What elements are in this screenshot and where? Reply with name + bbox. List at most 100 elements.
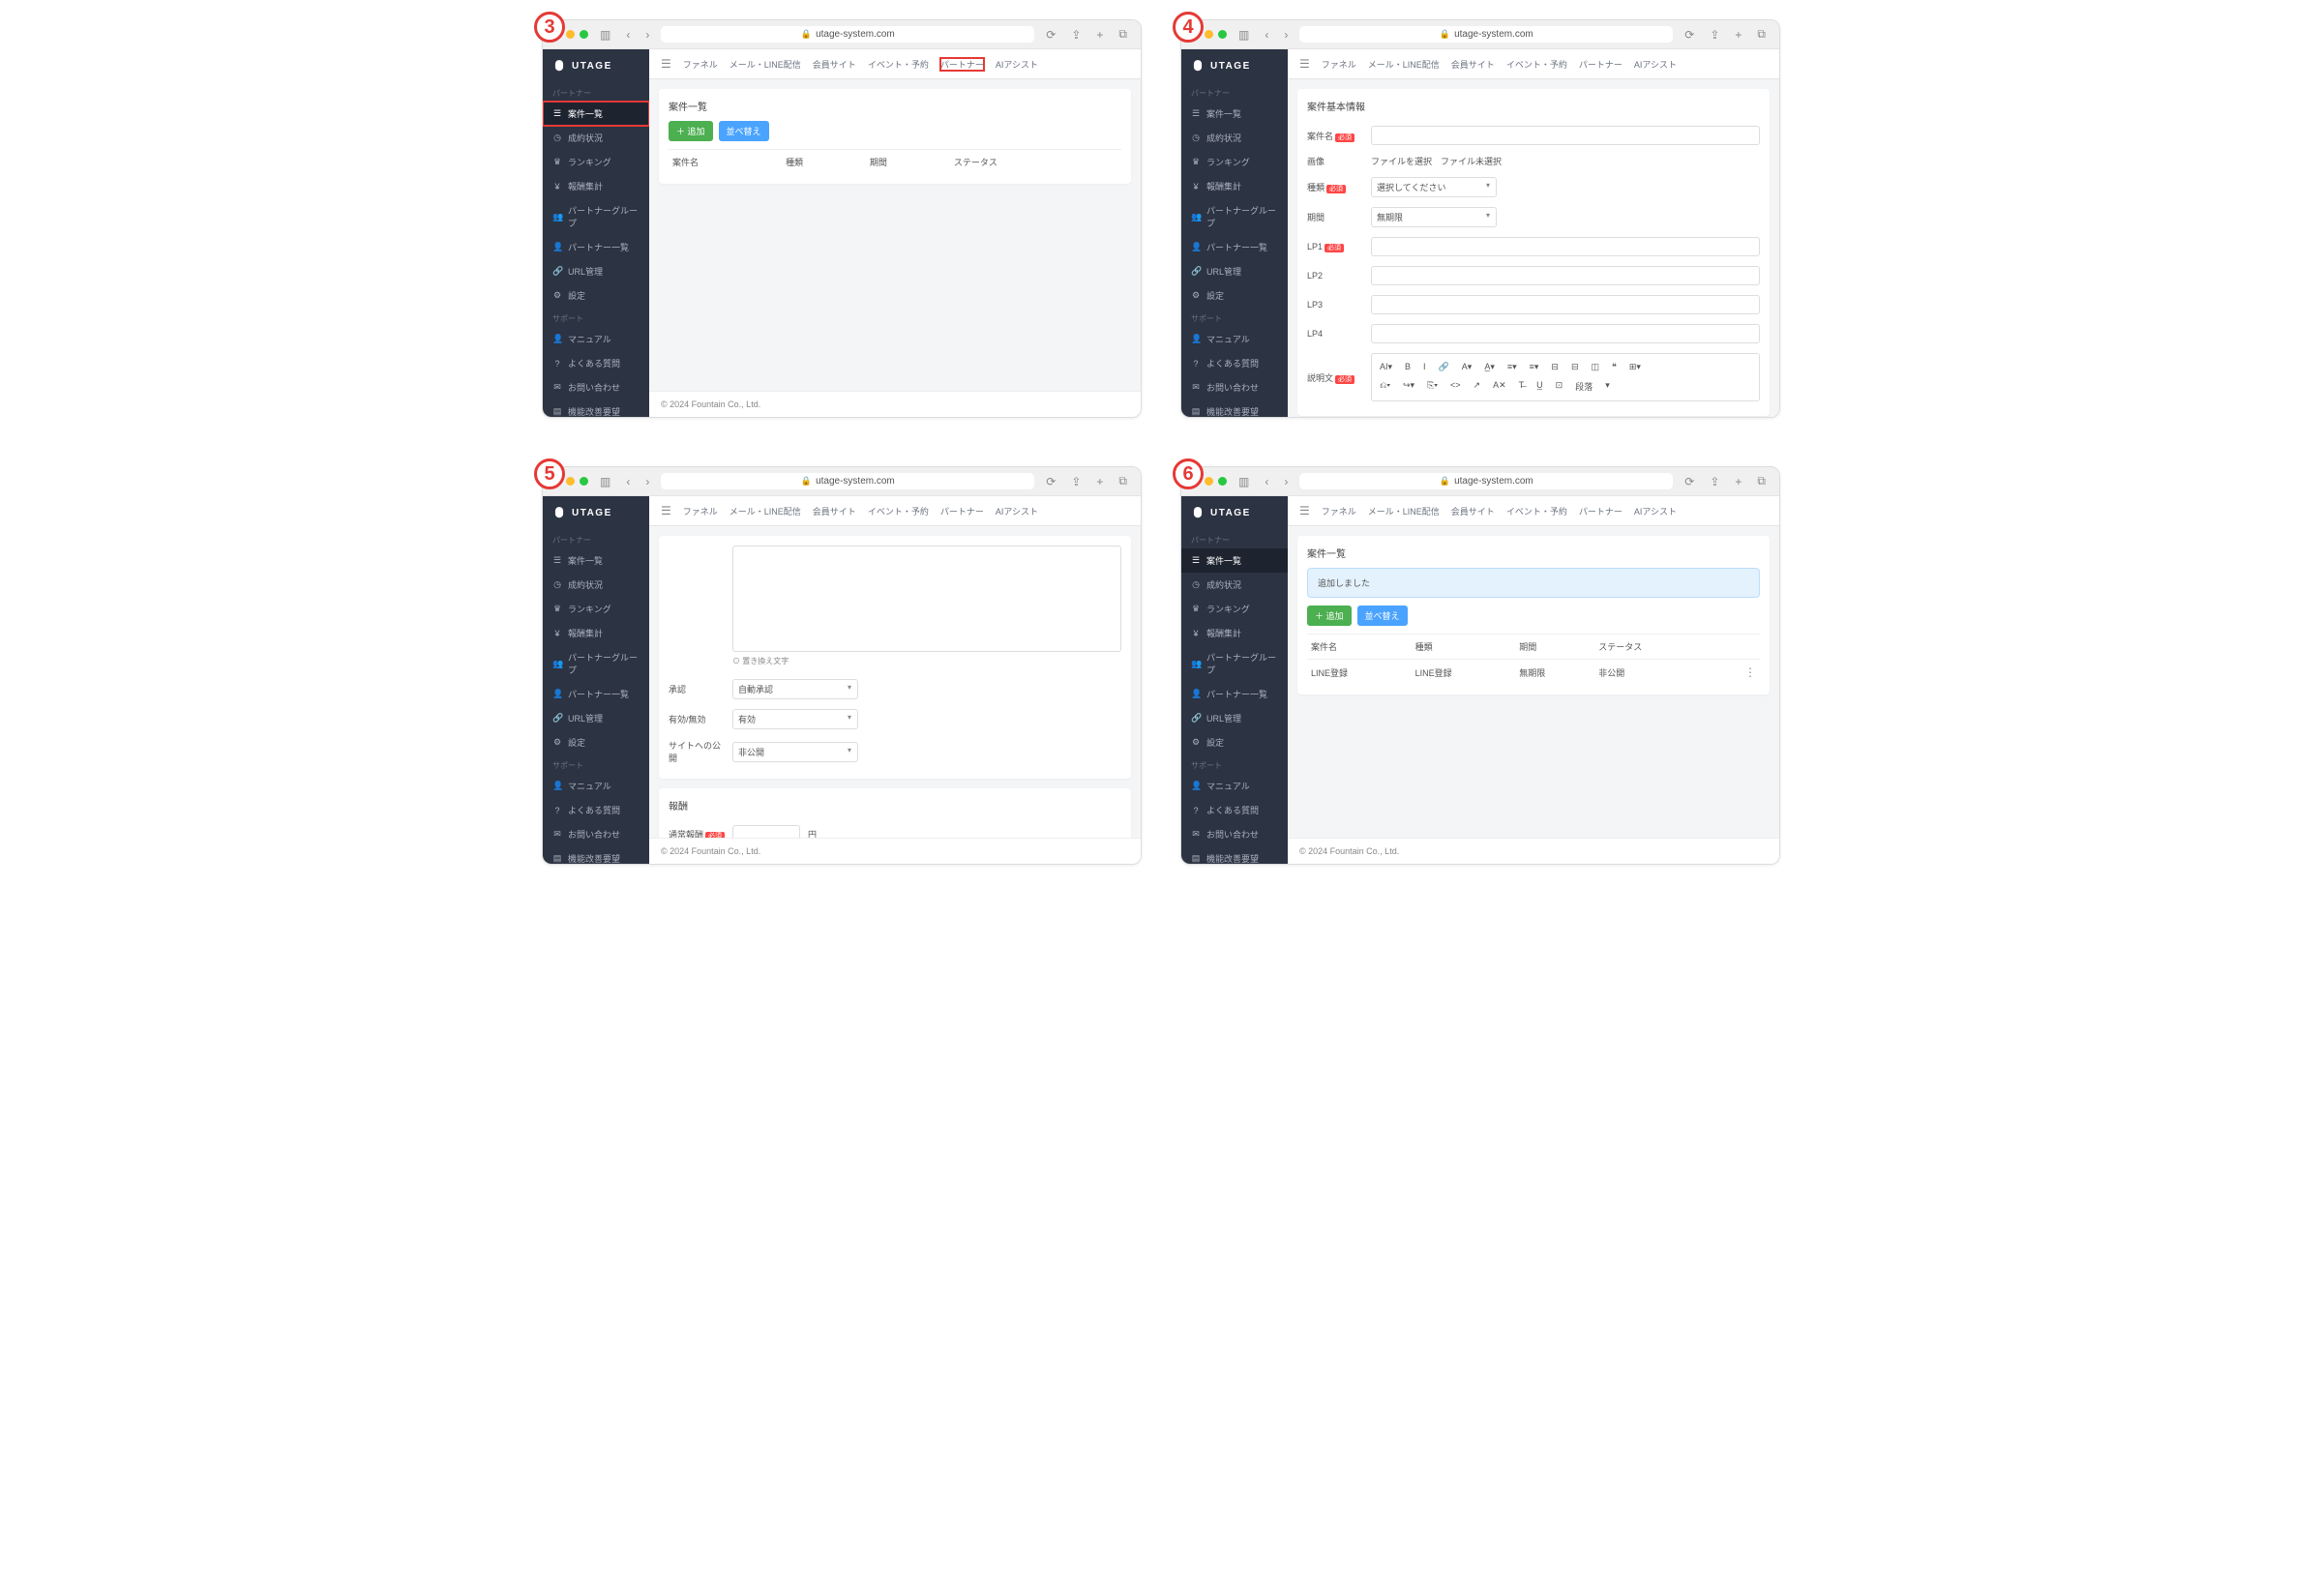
indent-icon[interactable]: ⊟ xyxy=(1567,360,1583,374)
step-badge: 5 xyxy=(534,458,565,489)
outdent-icon[interactable]: ⊟ xyxy=(1547,360,1563,374)
sidebar-section: サポート xyxy=(543,308,649,327)
forward-icon[interactable]: › xyxy=(641,28,653,42)
list-icon: ☰ xyxy=(552,108,562,119)
sidebar-item-feedback[interactable]: ▤機能改善要望 xyxy=(543,399,649,418)
back-icon[interactable]: ‹ xyxy=(622,28,634,42)
card-title: 案件一覧 xyxy=(669,99,1121,113)
sort-button[interactable]: 並べ替え xyxy=(1357,606,1408,626)
strike-icon[interactable]: T̶ xyxy=(1515,378,1529,395)
tabs-icon[interactable]: ⧉ xyxy=(1115,27,1131,42)
sidebar-item-settings[interactable]: ⚙設定 xyxy=(543,283,649,308)
sidebar-item-cases[interactable]: ☰案件一覧 xyxy=(1181,102,1288,126)
share-icon[interactable]: ⇪ xyxy=(1067,28,1085,42)
lp1-input[interactable] xyxy=(1371,237,1760,256)
sidebar-item-conversion[interactable]: ◷成約状況 xyxy=(543,126,649,150)
underline-icon[interactable]: U̲ xyxy=(1533,378,1547,395)
lp4-input[interactable] xyxy=(1371,324,1760,343)
list-icon[interactable]: ≡▾ xyxy=(1526,360,1543,374)
align-icon[interactable]: ≡▾ xyxy=(1503,360,1521,374)
clear-icon[interactable]: A✕ xyxy=(1489,378,1510,395)
refresh-icon[interactable]: ⟳ xyxy=(1042,28,1059,42)
quote-icon[interactable]: ❝ xyxy=(1608,360,1621,374)
lp3-input[interactable] xyxy=(1371,295,1760,314)
file-input[interactable]: ファイルを選択 ファイル未選択 xyxy=(1371,155,1502,167)
step-badge: 4 xyxy=(1173,12,1204,43)
italic-icon[interactable]: I xyxy=(1419,360,1430,374)
sidebar-item-reward[interactable]: ¥報酬集計 xyxy=(543,174,649,198)
add-button[interactable]: ＋ 追加 xyxy=(669,121,713,141)
period-select[interactable]: 無期限 xyxy=(1371,207,1497,227)
url-bar[interactable]: 🔒utage-system.com xyxy=(661,26,1034,43)
link-icon[interactable]: 🔗 xyxy=(1435,360,1453,374)
bold-icon[interactable]: B xyxy=(1401,360,1414,374)
sidebar-toggle-icon[interactable]: ▥ xyxy=(596,28,614,42)
redo-icon[interactable]: ↪▾ xyxy=(1399,378,1418,395)
topnav-site[interactable]: 会員サイト xyxy=(813,58,856,71)
type-select[interactable]: 選択してください xyxy=(1371,177,1497,197)
topnav-ai[interactable]: AIアシスト xyxy=(996,58,1038,71)
helper-text[interactable]: ⊙ 置き換え文字 xyxy=(732,656,1121,666)
public-select[interactable]: 非公開 xyxy=(732,742,858,762)
step-badge: 3 xyxy=(534,12,565,43)
topnav-event[interactable]: イベント・予約 xyxy=(868,58,929,71)
table-row[interactable]: LINE登録LINE登録無期限非公開⋮ xyxy=(1307,660,1760,686)
sidebar-item-url[interactable]: 🔗URL管理 xyxy=(543,259,649,283)
sidebar-item-partner-group[interactable]: 👥パートナーグループ xyxy=(543,198,649,235)
table-icon[interactable]: ⊞▾ xyxy=(1625,360,1645,374)
sidebar-item-cases[interactable]: ☰案件一覧 xyxy=(1181,548,1288,573)
pane-4: 4 ▥‹› 🔒utage-system.com ⟳⇪+⧉ UTAGE パートナー… xyxy=(1180,19,1780,418)
richtext-area[interactable] xyxy=(732,546,1121,652)
success-alert: 追加しました xyxy=(1307,568,1760,598)
topnav-mail[interactable]: メール・LINE配信 xyxy=(729,58,801,71)
menu-icon[interactable]: ☰ xyxy=(661,57,671,71)
image-icon[interactable]: ◫ xyxy=(1588,360,1604,374)
external-icon[interactable]: ↗ xyxy=(1470,378,1485,395)
undo-icon[interactable]: ⎌▾ xyxy=(1376,378,1394,395)
bgcolor-icon[interactable]: A̲▾ xyxy=(1480,360,1499,374)
sidebar-item-ranking[interactable]: ♛ランキング xyxy=(543,150,649,174)
sidebar-item-contact[interactable]: ✉お問い合わせ xyxy=(543,375,649,399)
sort-button[interactable]: 並べ替え xyxy=(719,121,769,141)
case-list-card: 案件一覧 ＋ 追加 並べ替え 案件名種類期間ステータス xyxy=(659,89,1131,184)
paragraph-select[interactable]: 段落 xyxy=(1571,378,1596,395)
sidebar: UTAGE パートナー ☰案件一覧 ◷成約状況 ♛ランキング ¥報酬集計 👥パー… xyxy=(1181,49,1288,417)
code-icon[interactable]: <> xyxy=(1446,378,1465,395)
required-badge: 必須 xyxy=(1335,133,1354,142)
case-table: 案件名種類期間ステータス LINE登録LINE登録無期限非公開⋮ xyxy=(1307,634,1760,685)
url-bar[interactable]: 🔒utage-system.com xyxy=(1299,26,1673,43)
sidebar-item-partner-list[interactable]: 👤パートナー一覧 xyxy=(543,235,649,259)
box-icon[interactable]: ⊡ xyxy=(1552,378,1567,395)
footer: © 2024 Fountain Co., Ltd. xyxy=(649,391,1141,417)
approve-select[interactable]: 自動承認 xyxy=(732,679,858,699)
paste-icon[interactable]: ⎘▾ xyxy=(1423,378,1442,395)
browser-window: ▥‹› 🔒utage-system.com ⟳⇪+⧉ UTAGE パートナー ☰… xyxy=(1180,19,1780,418)
sidebar-item-cases[interactable]: ☰案件一覧 xyxy=(543,102,649,126)
topnav-partner[interactable]: パートナー xyxy=(940,58,984,71)
pane-5: 5 ▥‹› 🔒utage-system.com ⟳⇪+⧉ UTAGE パートナー… xyxy=(542,466,1142,865)
topnav-funnel[interactable]: ファネル xyxy=(683,58,718,71)
card-title: 案件基本情報 xyxy=(1307,99,1760,113)
browser-chrome: ▥‹› 🔒utage-system.com ⟳⇪+⧉ xyxy=(1181,20,1779,49)
sidebar-item-faq[interactable]: ?よくある質問 xyxy=(543,351,649,375)
case-table: 案件名種類期間ステータス xyxy=(669,149,1121,174)
pane-3: 3 ▥ ‹ › 🔒utage-system.com ⟳ ⇪ + ⧉ UTAGE … xyxy=(542,19,1142,418)
case-form-card: 案件基本情報 案件名必須 画像ファイルを選択 ファイル未選択 種類必須選択してく… xyxy=(1297,89,1770,416)
lp2-input[interactable] xyxy=(1371,266,1760,285)
more-icon[interactable]: ⋮ xyxy=(1744,665,1756,679)
reward-card: 報酬 通常報酬必須円 特別報酬追加 xyxy=(659,788,1131,838)
name-input[interactable] xyxy=(1371,126,1760,145)
add-button[interactable]: ＋ 追加 xyxy=(1307,606,1352,626)
add-icon[interactable]: + xyxy=(1092,28,1107,42)
ai-icon[interactable]: AI▾ xyxy=(1376,360,1396,374)
reward-input[interactable] xyxy=(732,825,800,838)
enable-select[interactable]: 有効 xyxy=(732,709,858,729)
browser-window: ▥ ‹ › 🔒utage-system.com ⟳ ⇪ + ⧉ UTAGE パー… xyxy=(542,19,1142,418)
sidebar: UTAGE パートナー ☰案件一覧 ◷成約状況 ♛ランキング ¥報酬集計 👥パー… xyxy=(543,49,649,417)
desc-card: ⊙ 置き換え文字 承認自動承認 有効/無効有効 サイトへの公開非公開 xyxy=(659,536,1131,779)
browser-window: ▥‹› 🔒utage-system.com ⟳⇪+⧉ UTAGE パートナー ☰… xyxy=(1180,466,1780,865)
pane-6: 6 ▥‹› 🔒utage-system.com ⟳⇪+⧉ UTAGE パートナー… xyxy=(1180,466,1780,865)
browser-window: ▥‹› 🔒utage-system.com ⟳⇪+⧉ UTAGE パートナー ☰… xyxy=(542,466,1142,865)
sidebar-item-manual[interactable]: 👤マニュアル xyxy=(543,327,649,351)
textcolor-icon[interactable]: A▾ xyxy=(1458,360,1476,374)
